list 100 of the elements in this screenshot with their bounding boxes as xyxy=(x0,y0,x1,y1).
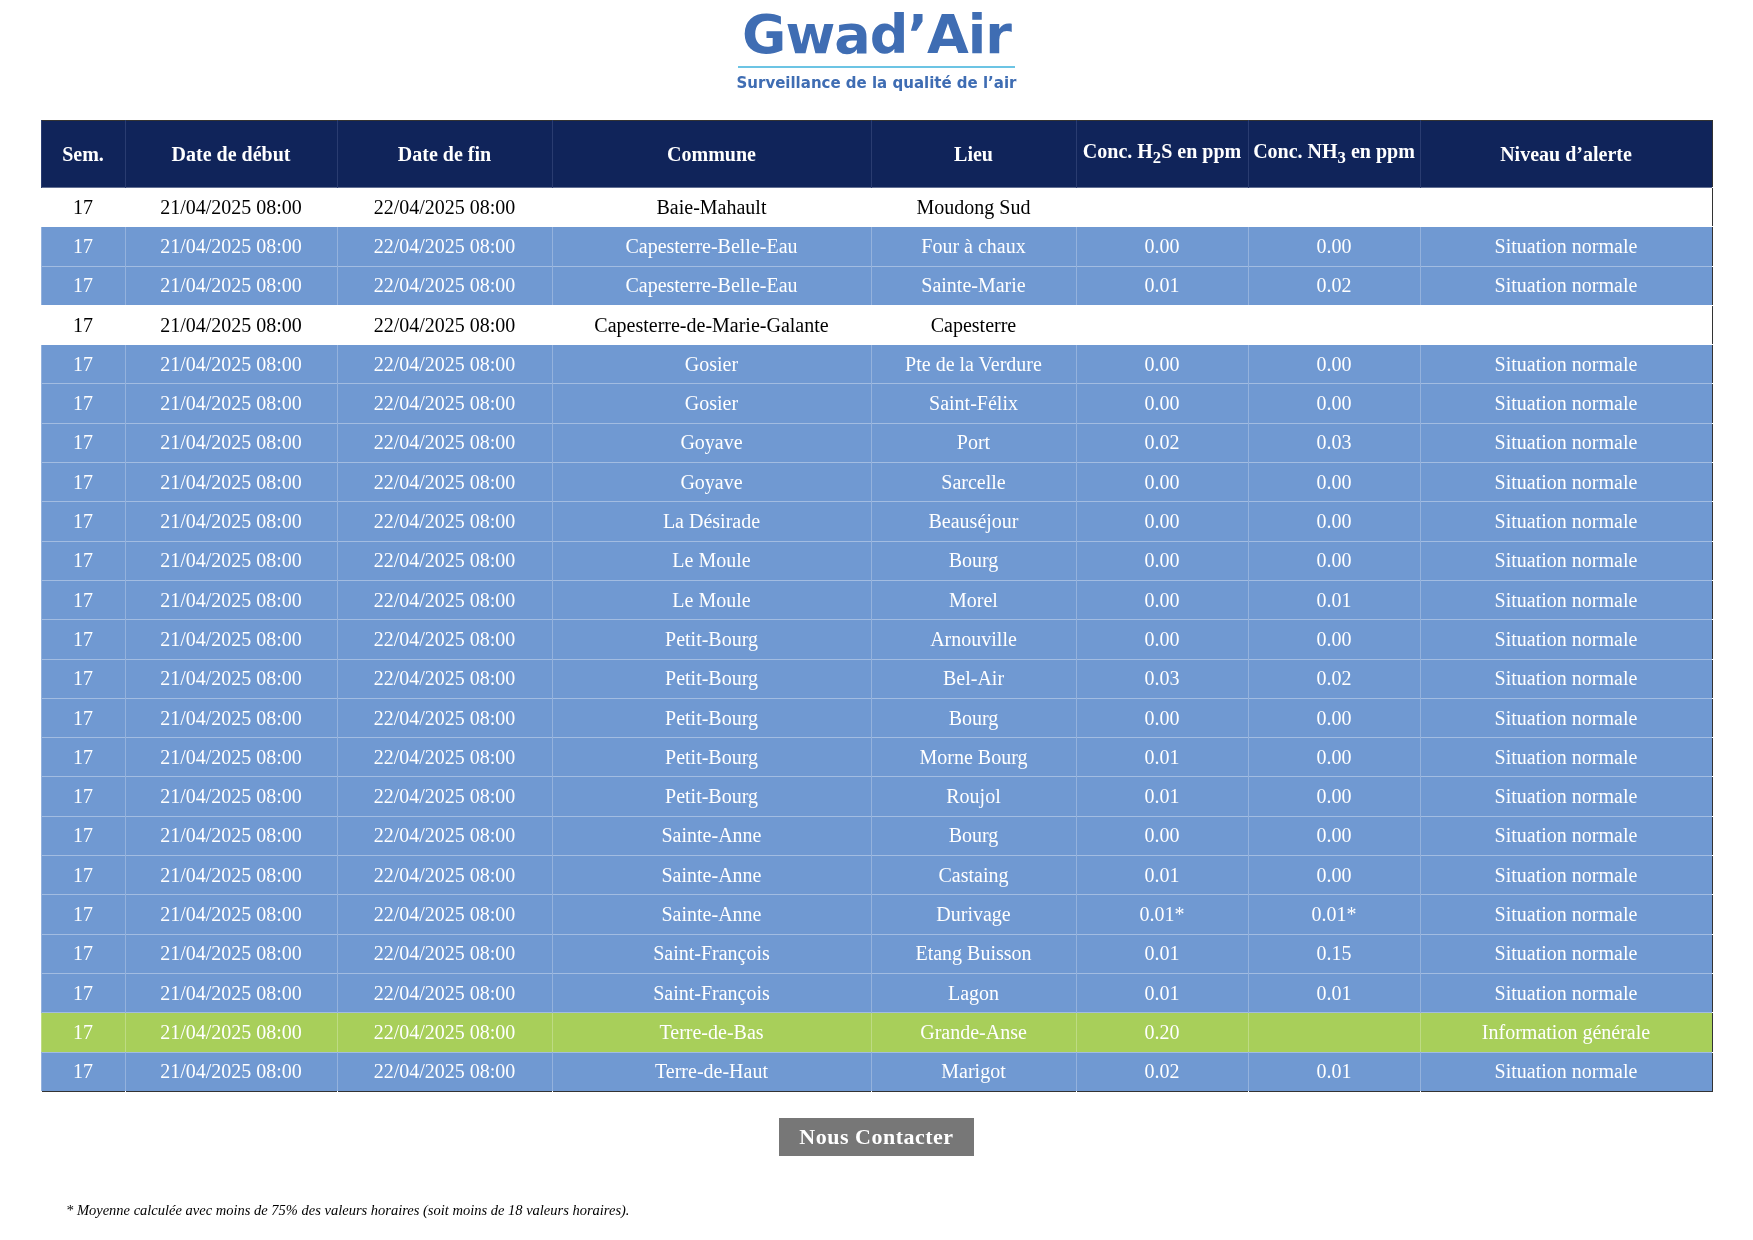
table-cell: 0.00 xyxy=(1248,776,1420,817)
table-cell: 22/04/2025 08:00 xyxy=(337,580,552,620)
table-cell: 17 xyxy=(41,934,125,974)
table-cell: 22/04/2025 08:00 xyxy=(337,894,552,935)
table-cell: Morne Bourg xyxy=(871,737,1076,777)
table-cell: 21/04/2025 08:00 xyxy=(125,855,337,895)
table-cell: 22/04/2025 08:00 xyxy=(337,501,552,542)
table-cell: Bel-Air xyxy=(871,659,1076,699)
table-cell: 17 xyxy=(41,266,125,306)
table-cell: Saint-Félix xyxy=(871,384,1076,424)
table-cell: Baie-Mahault xyxy=(552,187,871,227)
table-cell: 17 xyxy=(41,541,125,581)
table-cell: 22/04/2025 08:00 xyxy=(337,226,552,267)
table-cell: 22/04/2025 08:00 xyxy=(337,1012,552,1053)
table-cell: 22/04/2025 08:00 xyxy=(337,698,552,738)
table-cell: 17 xyxy=(41,226,125,267)
table-cell: Saint-François xyxy=(552,973,871,1013)
table-cell: 0.00 xyxy=(1076,462,1248,502)
table-cell: 22/04/2025 08:00 xyxy=(337,423,552,463)
table-cell: Etang Buisson xyxy=(871,934,1076,974)
table-cell: 0.01 xyxy=(1076,855,1248,895)
table-cell: 17 xyxy=(41,855,125,895)
table-cell: Capesterre-Belle-Eau xyxy=(552,226,871,267)
column-header: Niveau d’alerte xyxy=(1420,120,1712,188)
table-cell: 22/04/2025 08:00 xyxy=(337,737,552,777)
table-cell: 21/04/2025 08:00 xyxy=(125,973,337,1013)
table-cell: 22/04/2025 08:00 xyxy=(337,305,552,345)
table-cell: 22/04/2025 08:00 xyxy=(337,855,552,895)
table-cell: 0.01 xyxy=(1248,580,1420,620)
table-cell: Lagon xyxy=(871,973,1076,1013)
table-cell: Terre-de-Haut xyxy=(552,1052,871,1092)
column-header: Date de fin xyxy=(337,120,552,188)
table-cell: Morel xyxy=(871,580,1076,620)
table-cell: 0.02 xyxy=(1248,266,1420,306)
table-cell: Situation normale xyxy=(1420,698,1712,738)
table-cell: Situation normale xyxy=(1420,737,1712,777)
footnote: * Moyenne calculée avec moins de 75% des valeurs horaires (soit moins de 18 valeurs horaires). xyxy=(66,1201,630,1219)
table-cell: 0.00 xyxy=(1248,737,1420,777)
table-cell: Gosier xyxy=(552,384,871,424)
table-cell: 0.00 xyxy=(1248,541,1420,581)
table-cell: 0.01* xyxy=(1076,894,1248,935)
table-cell: 22/04/2025 08:00 xyxy=(337,541,552,581)
table-cell: Gosier xyxy=(552,344,871,384)
table-cell: Terre-de-Bas xyxy=(552,1012,871,1053)
table-cell: 21/04/2025 08:00 xyxy=(125,187,337,227)
table-cell: Situation normale xyxy=(1420,1052,1712,1092)
table-cell: 22/04/2025 08:00 xyxy=(337,266,552,306)
table-cell: Petit-Bourg xyxy=(552,619,871,660)
table-cell: 22/04/2025 08:00 xyxy=(337,619,552,660)
table-cell: 17 xyxy=(41,894,125,935)
table-cell: 0.03 xyxy=(1076,659,1248,699)
table-cell: 22/04/2025 08:00 xyxy=(337,344,552,384)
logo-tagline: Surveillance de la qualité de l’air xyxy=(736,74,1017,92)
table-cell: 17 xyxy=(41,776,125,817)
table-cell: Situation normale xyxy=(1420,344,1712,384)
table-cell: Marigot xyxy=(871,1052,1076,1092)
table-cell: 22/04/2025 08:00 xyxy=(337,973,552,1013)
table-cell: 21/04/2025 08:00 xyxy=(125,226,337,267)
table-cell: 0.00 xyxy=(1248,226,1420,267)
table-cell: 22/04/2025 08:00 xyxy=(337,384,552,424)
table-cell: Roujol xyxy=(871,776,1076,817)
table-cell: 0.00 xyxy=(1076,580,1248,620)
table-cell: Le Moule xyxy=(552,580,871,620)
table-cell: Situation normale xyxy=(1420,973,1712,1013)
table-cell: 21/04/2025 08:00 xyxy=(125,305,337,345)
table-cell: 17 xyxy=(41,1012,125,1053)
table-cell: Situation normale xyxy=(1420,501,1712,542)
table-cell: Capesterre-de-Marie-Galante xyxy=(552,305,871,345)
table-cell: Capesterre xyxy=(871,305,1076,345)
table-cell: 22/04/2025 08:00 xyxy=(337,934,552,974)
table-cell: Goyave xyxy=(552,462,871,502)
column-header: Commune xyxy=(552,120,871,188)
table-cell: Saint-François xyxy=(552,934,871,974)
table-cell: 0.00 xyxy=(1076,501,1248,542)
table-cell: 17 xyxy=(41,187,125,227)
table-cell: 22/04/2025 08:00 xyxy=(337,776,552,817)
table-cell: 22/04/2025 08:00 xyxy=(337,659,552,699)
table-cell: 22/04/2025 08:00 xyxy=(337,187,552,227)
table-cell: 0.20 xyxy=(1076,1012,1248,1053)
table-cell: Situation normale xyxy=(1420,894,1712,935)
table-cell: 0.01 xyxy=(1076,973,1248,1013)
table-cell: Sarcelle xyxy=(871,462,1076,502)
table-cell: Situation normale xyxy=(1420,462,1712,502)
table-cell: Sainte-Anne xyxy=(552,816,871,856)
table-cell: Situation normale xyxy=(1420,580,1712,620)
table-cell: 0.00 xyxy=(1248,384,1420,424)
table-cell: Le Moule xyxy=(552,541,871,581)
table-cell: Situation normale xyxy=(1420,776,1712,817)
table-cell: 0.03 xyxy=(1248,423,1420,463)
table-cell: Situation normale xyxy=(1420,384,1712,424)
table-cell: 0.00 xyxy=(1248,462,1420,502)
table-cell: Situation normale xyxy=(1420,541,1712,581)
table-cell: 17 xyxy=(41,501,125,542)
table-cell: 17 xyxy=(41,737,125,777)
contact-button[interactable]: Nous Contacter xyxy=(779,1117,974,1156)
table-cell: 0.00 xyxy=(1076,698,1248,738)
table-cell: 0.02 xyxy=(1076,423,1248,463)
table-cell: 21/04/2025 08:00 xyxy=(125,580,337,620)
table-cell: 0.01* xyxy=(1248,894,1420,935)
table-cell: 0.00 xyxy=(1076,541,1248,581)
